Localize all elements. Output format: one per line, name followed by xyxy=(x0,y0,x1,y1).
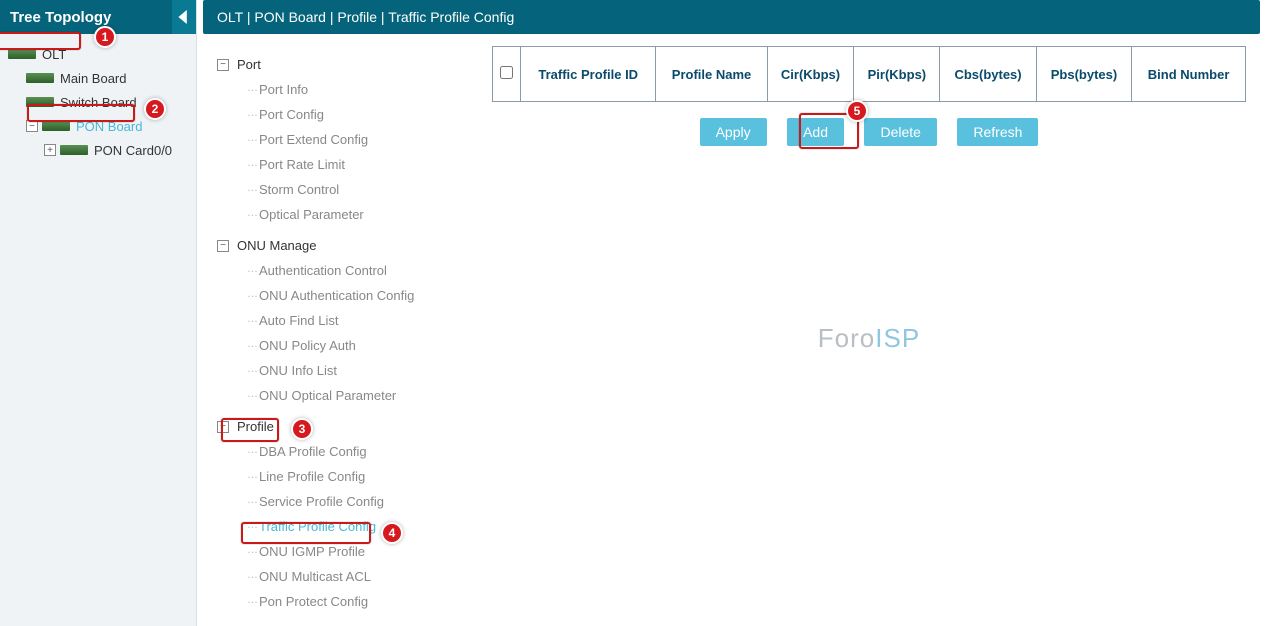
secnav-item[interactable]: Auto Find List xyxy=(217,308,478,333)
apply-button[interactable]: Apply xyxy=(700,118,767,146)
tree-root: OLT Main Board Switch Board − PON Board … xyxy=(0,34,196,162)
watermark-b: ISP xyxy=(875,323,920,353)
col-pbs: Pbs(bytes) xyxy=(1036,47,1132,102)
secnav-item[interactable]: Line Profile Config xyxy=(217,464,478,489)
secnav-item[interactable]: ONU Authentication Config xyxy=(217,283,478,308)
secnav-group-onu: − ONU Manage Authentication Control ONU … xyxy=(217,233,478,408)
secnav-item[interactable]: Optical Parameter xyxy=(217,202,478,227)
main: OLT | PON Board | Profile | Traffic Prof… xyxy=(197,0,1266,626)
secnav-title-profile[interactable]: − Profile xyxy=(217,414,478,439)
secnav-item[interactable]: ONU Policy Auth xyxy=(217,333,478,358)
content: − Port Port Info Port Config Port Extend… xyxy=(203,40,1260,626)
watermark-a: Foro xyxy=(818,323,875,353)
select-all-header xyxy=(493,47,521,102)
tree-node-main-board[interactable]: Main Board xyxy=(8,66,196,90)
button-row: Apply Add Delete Refresh 5 xyxy=(492,118,1246,146)
refresh-button[interactable]: Refresh xyxy=(957,118,1038,146)
badge-4: 4 xyxy=(381,522,403,544)
tree-node-switch-board[interactable]: Switch Board xyxy=(8,90,196,114)
secnav-item[interactable]: Port Rate Limit xyxy=(217,152,478,177)
board-icon xyxy=(42,121,70,131)
board-icon xyxy=(8,49,36,59)
add-button[interactable]: Add xyxy=(787,118,844,146)
secnav-item[interactable]: Port Info xyxy=(217,77,478,102)
tree-node-pon-card[interactable]: + PON Card0/0 xyxy=(8,138,196,162)
secnav-item[interactable]: ONU Multicast ACL xyxy=(217,564,478,589)
secnav-item[interactable]: ONU IGMP Profile xyxy=(217,539,478,564)
tree-label: OLT xyxy=(42,47,66,62)
board-icon xyxy=(26,73,54,83)
group-label: Port xyxy=(237,57,261,72)
group-label: Profile xyxy=(237,419,274,434)
tree-node-pon-board[interactable]: − PON Board xyxy=(8,114,196,138)
collapse-icon[interactable]: − xyxy=(217,421,229,433)
breadcrumb: OLT | PON Board | Profile | Traffic Prof… xyxy=(203,0,1260,34)
col-name: Profile Name xyxy=(656,47,767,102)
tree-label: Switch Board xyxy=(60,95,137,110)
tree-label: Main Board xyxy=(60,71,126,86)
badge-3: 3 xyxy=(291,418,313,440)
collapse-sidebar-button[interactable] xyxy=(172,0,196,34)
collapse-icon[interactable]: − xyxy=(217,59,229,71)
traffic-profile-table: Traffic Profile ID Profile Name Cir(Kbps… xyxy=(492,46,1246,102)
secnav-title-port[interactable]: − Port xyxy=(217,52,478,77)
secnav-group-port: − Port Port Info Port Config Port Extend… xyxy=(217,52,478,227)
sidebar-title: Tree Topology xyxy=(10,9,111,26)
panel: Traffic Profile ID Profile Name Cir(Kbps… xyxy=(478,40,1260,626)
secnav-item[interactable]: Pon Protect Config xyxy=(217,589,478,614)
collapse-icon[interactable]: − xyxy=(217,240,229,252)
expand-icon[interactable]: + xyxy=(44,144,56,156)
select-all-checkbox[interactable] xyxy=(500,66,513,79)
breadcrumb-text: OLT | PON Board | Profile | Traffic Prof… xyxy=(217,9,514,25)
badge-5: 5 xyxy=(846,100,868,122)
secnav-item-traffic-profile[interactable]: Traffic Profile Config xyxy=(217,514,478,539)
secnav-item[interactable]: Service Profile Config xyxy=(217,489,478,514)
secondary-nav: − Port Port Info Port Config Port Extend… xyxy=(203,40,478,626)
secnav-title-onu[interactable]: − ONU Manage xyxy=(217,233,478,258)
secnav-item[interactable]: ONU Info List xyxy=(217,358,478,383)
sidebar: Tree Topology OLT Main Board Switch Boar… xyxy=(0,0,197,626)
board-icon xyxy=(26,97,54,107)
col-cir: Cir(Kbps) xyxy=(767,47,854,102)
secnav-item[interactable]: Port Extend Config xyxy=(217,127,478,152)
secnav-group-profile: − Profile DBA Profile Config Line Profil… xyxy=(217,414,478,614)
triangle-left-icon xyxy=(177,10,191,24)
collapse-icon[interactable]: − xyxy=(26,120,38,132)
tree-label: PON Card0/0 xyxy=(94,143,172,158)
board-icon xyxy=(60,145,88,155)
badge-1: 1 xyxy=(94,26,116,48)
group-label: ONU Manage xyxy=(237,238,316,253)
secnav-item[interactable]: ONU Optical Parameter xyxy=(217,383,478,408)
secnav-item[interactable]: Port Config xyxy=(217,102,478,127)
secnav-item[interactable]: Storm Control xyxy=(217,177,478,202)
col-cbs: Cbs(bytes) xyxy=(940,47,1036,102)
col-pir: Pir(Kbps) xyxy=(854,47,940,102)
secnav-item[interactable]: DBA Profile Config xyxy=(217,439,478,464)
watermark: ForoISP xyxy=(818,323,920,354)
badge-2: 2 xyxy=(144,98,166,120)
col-id: Traffic Profile ID xyxy=(521,47,656,102)
col-bind: Bind Number xyxy=(1132,47,1246,102)
secnav-item[interactable]: Authentication Control xyxy=(217,258,478,283)
tree-label: PON Board xyxy=(76,119,142,134)
delete-button[interactable]: Delete xyxy=(864,118,936,146)
